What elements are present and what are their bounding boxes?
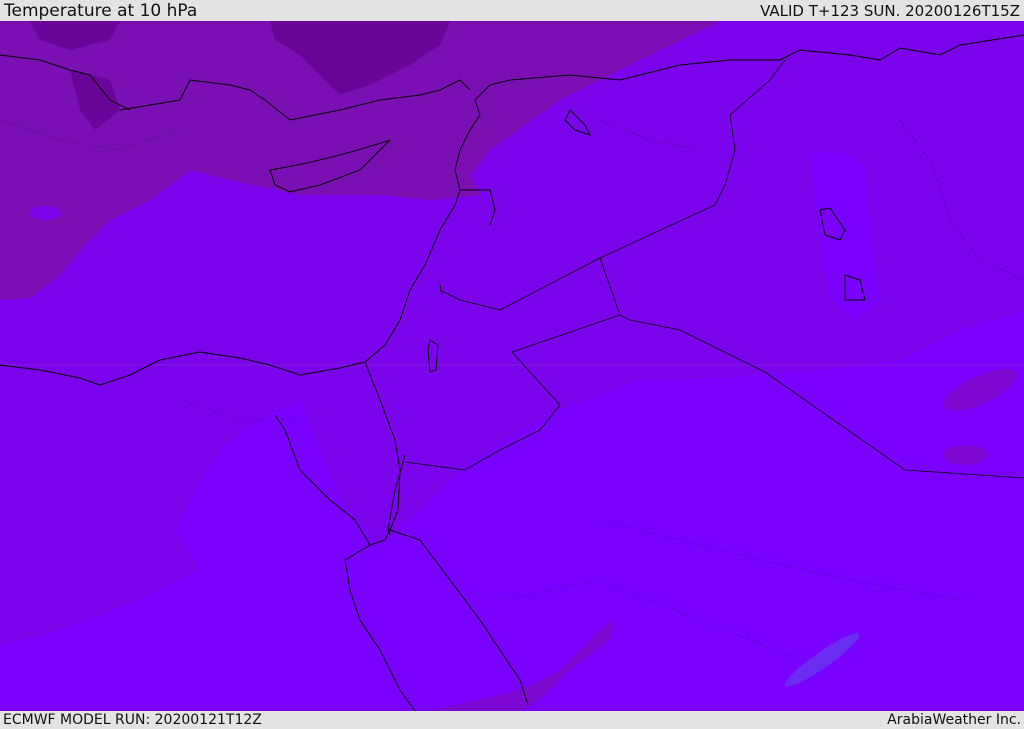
model-run: ECMWF MODEL RUN: 20200121T12Z: [3, 712, 262, 728]
footer-bar: ECMWF MODEL RUN: 20200121T12Z ArabiaWeat…: [0, 711, 1024, 729]
credit-text: ArabiaWeather Inc.: [887, 712, 1021, 728]
temperature-map: [0, 21, 1024, 711]
header-bar: Temperature at 10 hPa VALID T+123 SUN. 2…: [0, 0, 1024, 21]
cool-patch-cyprus: [29, 206, 61, 220]
warm-patch-east: [943, 445, 987, 465]
valid-time: VALID T+123 SUN. 20200126T15Z: [760, 2, 1020, 20]
map-title: Temperature at 10 hPa: [4, 1, 198, 21]
